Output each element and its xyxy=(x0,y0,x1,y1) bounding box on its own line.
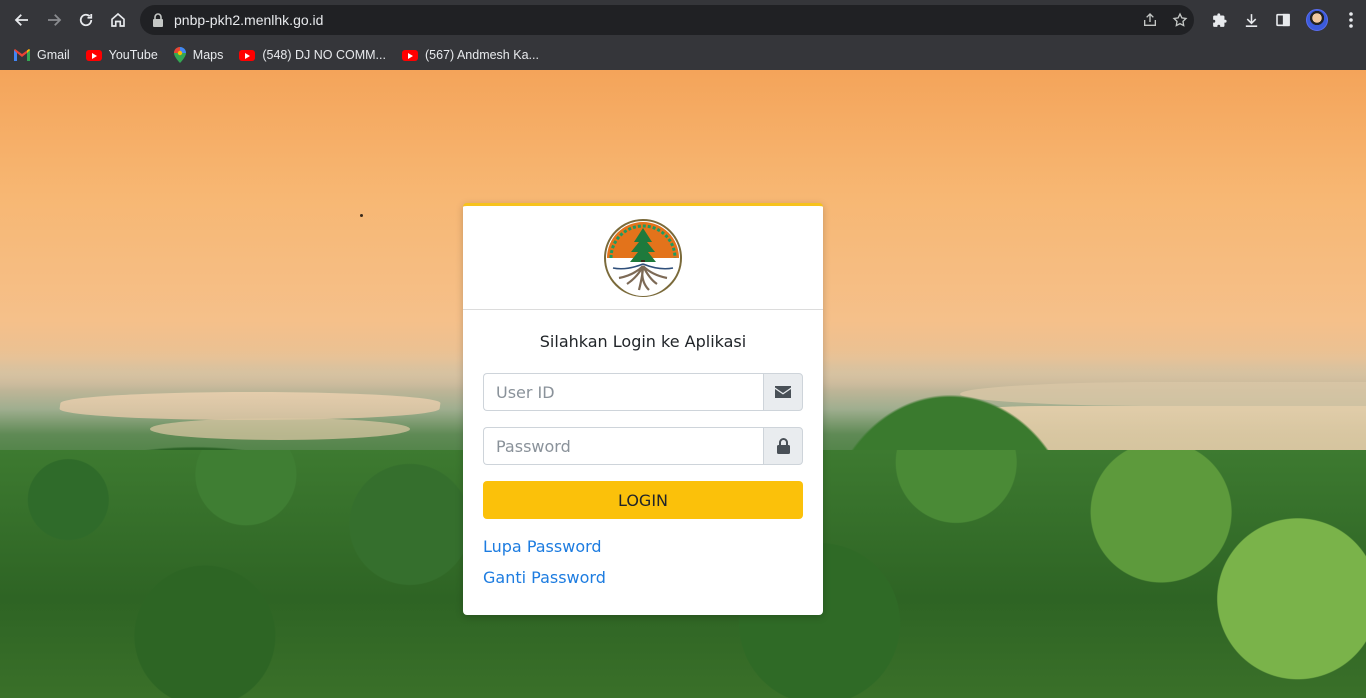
download-icon[interactable] xyxy=(1242,11,1260,29)
forgot-password-link[interactable]: Lupa Password xyxy=(483,537,803,556)
bookmark-label: Maps xyxy=(192,48,224,62)
extension-area xyxy=(1210,5,1360,35)
back-button[interactable] xyxy=(6,4,38,36)
login-card-body: Silahkan Login ke Aplikasi LOGIN Lupa Pa… xyxy=(463,310,823,587)
gmail-icon xyxy=(14,49,30,61)
bookmark-star-icon[interactable] xyxy=(1172,12,1188,28)
reload-icon xyxy=(79,13,93,27)
login-title: Silahkan Login ke Aplikasi xyxy=(539,332,747,351)
klhk-logo-icon xyxy=(604,218,682,297)
youtube-icon xyxy=(401,49,418,61)
youtube-icon xyxy=(239,49,256,61)
reload-button[interactable] xyxy=(70,4,102,36)
url-text: pnbp-pkh2.menlhk.go.id xyxy=(174,12,324,28)
page-background: Silahkan Login ke Aplikasi LOGIN Lupa Pa… xyxy=(0,70,1366,698)
bookmark-youtube-andmesh[interactable]: (567) Andmesh Ka... xyxy=(401,48,539,62)
bookmark-gmail[interactable]: Gmail xyxy=(14,48,70,62)
login-card: Silahkan Login ke Aplikasi LOGIN Lupa Pa… xyxy=(463,203,823,615)
change-password-link[interactable]: Ganti Password xyxy=(483,568,803,587)
extensions-puzzle-icon[interactable] xyxy=(1210,11,1228,29)
address-bar[interactable]: pnbp-pkh2.menlhk.go.id xyxy=(140,5,1194,35)
forward-button[interactable] xyxy=(38,4,70,36)
bookmarks-bar: Gmail YouTube Maps (548) DJ NO COMM... (… xyxy=(0,40,1366,70)
bookmark-label: (567) Andmesh Ka... xyxy=(424,48,539,62)
login-links: Lupa Password Ganti Password xyxy=(483,537,803,587)
userid-group xyxy=(483,373,803,411)
bookmark-label: YouTube xyxy=(108,48,158,62)
lock-icon xyxy=(153,13,163,27)
background-bird xyxy=(360,214,363,217)
password-input[interactable] xyxy=(483,427,763,465)
background-river xyxy=(58,392,442,420)
password-group xyxy=(483,427,803,465)
maps-icon xyxy=(173,47,186,63)
bookmark-youtube-dj[interactable]: (548) DJ NO COMM... xyxy=(239,48,386,62)
bookmark-label: Gmail xyxy=(37,48,70,62)
bookmark-label: (548) DJ NO COMM... xyxy=(262,48,386,62)
more-menu-icon[interactable] xyxy=(1342,11,1360,29)
home-button[interactable] xyxy=(102,4,134,36)
forward-arrow-icon xyxy=(48,14,62,26)
login-button[interactable]: LOGIN xyxy=(483,481,803,519)
share-icon[interactable] xyxy=(1142,12,1158,28)
youtube-icon xyxy=(85,49,102,61)
back-arrow-icon xyxy=(14,14,28,26)
login-card-header xyxy=(463,206,823,310)
browser-toolbar: pnbp-pkh2.menlhk.go.id xyxy=(0,0,1366,40)
userid-input[interactable] xyxy=(483,373,763,411)
envelope-icon xyxy=(763,373,803,411)
lock-icon xyxy=(763,427,803,465)
side-panel-icon[interactable] xyxy=(1274,11,1292,29)
profile-avatar[interactable] xyxy=(1306,9,1328,31)
bookmark-youtube[interactable]: YouTube xyxy=(85,48,158,62)
home-icon xyxy=(111,12,125,27)
bookmark-maps[interactable]: Maps xyxy=(173,47,224,63)
